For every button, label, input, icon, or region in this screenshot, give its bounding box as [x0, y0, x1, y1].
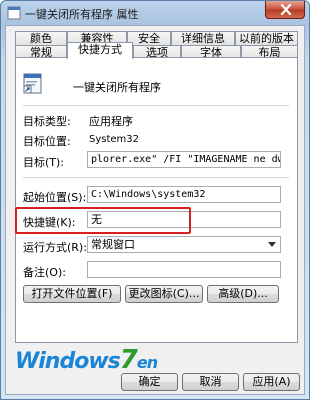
target-type-label: 目标类型:: [23, 115, 71, 128]
tab-shortcut[interactable]: 快捷方式: [67, 42, 133, 59]
close-icon: [280, 4, 292, 15]
target-location-label: 目标位置:: [23, 135, 71, 148]
start-in-label: 起始位置(S):: [23, 191, 87, 204]
run-select[interactable]: 常规窗口: [87, 236, 281, 253]
tab-details[interactable]: 详细信息: [171, 31, 235, 45]
separator-top: [23, 105, 289, 106]
watermark-part2: 7: [119, 345, 138, 375]
target-type-value: 应用程序: [89, 115, 133, 128]
comment-label: 备注(O):: [23, 266, 66, 279]
start-in-input[interactable]: C:\Windows\system32: [87, 186, 281, 203]
advanced-button[interactable]: 高级(D)...: [207, 285, 279, 303]
shortcut-app-icon: [7, 6, 21, 20]
chevron-down-icon: [268, 242, 276, 247]
shortcut-name: 一键关闭所有程序: [73, 81, 161, 94]
tab-colors[interactable]: 颜色: [15, 31, 67, 45]
ok-button[interactable]: 确定: [121, 373, 178, 391]
watermark-part3: en: [136, 353, 158, 372]
tab-previous-versions[interactable]: 以前的版本: [235, 31, 298, 45]
apply-button[interactable]: 应用(A): [243, 373, 300, 391]
hotkey-highlight-box: [15, 207, 191, 234]
run-label: 运行方式(R):: [23, 241, 87, 254]
watermark-logo: Windows7en: [15, 345, 205, 375]
open-file-location-button[interactable]: 打开文件位置(F): [23, 285, 121, 303]
tab-security[interactable]: 安全: [127, 31, 171, 45]
program-icon: [23, 73, 42, 94]
properties-window: 一键关闭所有程序 属性 颜色 兼容性 安全 详细信息 以前的版本 常规 快捷方式…: [0, 0, 310, 400]
target-location-value: System32: [89, 134, 140, 145]
run-select-value: 常规窗口: [91, 238, 135, 251]
target-input[interactable]: plorer.exe" /FI "IMAGENAME ne dwm.exe"&: [87, 151, 281, 168]
change-icon-button[interactable]: 更改图标(C)...: [125, 285, 203, 303]
window-title: 一键关闭所有程序 属性: [25, 8, 139, 21]
separator-mid: [23, 177, 289, 178]
comment-input[interactable]: [87, 261, 281, 278]
title-bar[interactable]: 一键关闭所有程序 属性: [1, 1, 309, 25]
watermark-part1: Windows: [15, 349, 121, 374]
close-button[interactable]: [265, 1, 305, 19]
cancel-button[interactable]: 取消: [182, 373, 239, 391]
target-label: 目标(T):: [23, 156, 65, 169]
